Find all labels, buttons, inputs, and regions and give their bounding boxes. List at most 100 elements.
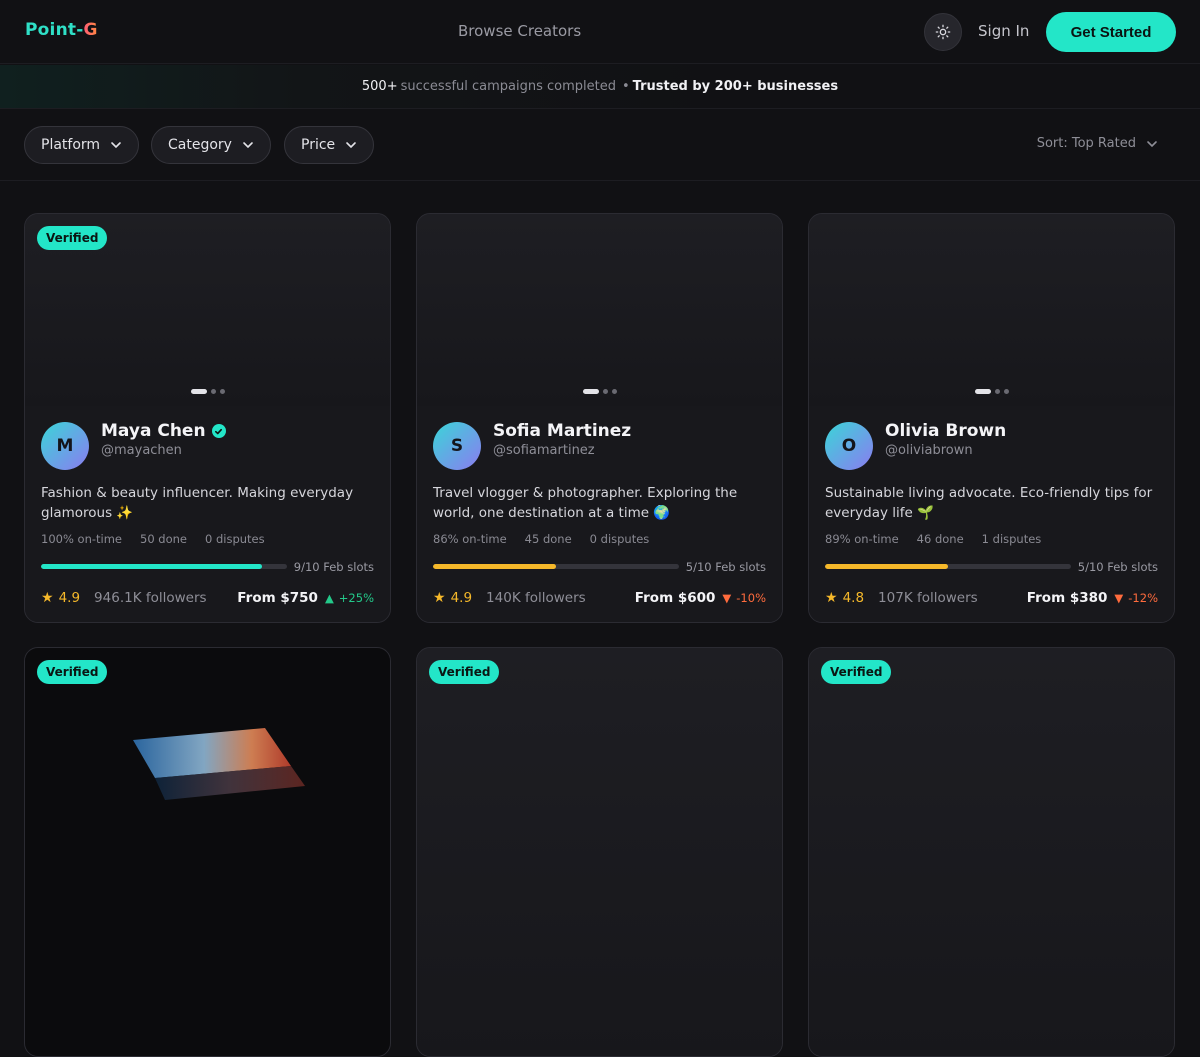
followers-count: 946.1K followers: [94, 590, 207, 606]
carousel-dots: [190, 389, 225, 394]
card-media[interactable]: [417, 214, 782, 406]
carousel-dot[interactable]: [611, 389, 617, 394]
slots-text: 5/10 Feb slots: [685, 560, 766, 574]
sun-icon: [935, 24, 951, 40]
logo-accent: G: [83, 20, 98, 40]
carousel-dot-active[interactable]: [190, 389, 207, 394]
creator-bio: Travel vlogger & photographer. Exploring…: [433, 485, 738, 521]
rating-score: 4.8: [842, 590, 865, 606]
creator-card[interactable]: S Sofia Martinez @sofiamartinez Travel v…: [416, 213, 783, 623]
stat-done: 50 done: [140, 532, 187, 546]
carousel-dot[interactable]: [602, 389, 608, 394]
category-filter[interactable]: Category: [151, 126, 271, 164]
browse-creators-link[interactable]: Browse Creators: [458, 22, 581, 40]
price-trend-value: +25%: [338, 591, 374, 605]
laptop-photo: [133, 728, 305, 800]
creator-bio: Sustainable living advocate. Eco-friendl…: [825, 485, 1153, 521]
creator-stats: 100% on-time 50 done 0 disputes: [41, 532, 265, 546]
chevron-down-icon: [111, 142, 121, 149]
chevron-down-icon: [1147, 140, 1157, 147]
card-media[interactable]: [809, 214, 1174, 406]
carousel-dot[interactable]: [210, 389, 216, 394]
chevron-down-icon: [346, 142, 356, 149]
creator-name[interactable]: Olivia Brown: [885, 421, 1006, 441]
verified-check-icon: [211, 424, 226, 438]
platform-filter-label: Platform: [41, 137, 101, 153]
logo[interactable]: Point- G: [25, 20, 98, 40]
card-media[interactable]: Verified: [809, 648, 1174, 1056]
campaigns-text: successful campaigns completed: [400, 79, 616, 94]
campaigns-count: 500+: [361, 79, 398, 94]
stat-disputes: 0 disputes: [205, 532, 265, 546]
card-body: S Sofia Martinez @sofiamartinez Travel v…: [417, 406, 782, 622]
slots-text: 5/10 Feb slots: [1077, 560, 1158, 574]
price-trend-value: -12%: [1128, 591, 1158, 605]
sign-in-link[interactable]: Sign In: [978, 22, 1029, 40]
slots-progress-bar: [41, 564, 287, 569]
price-trend-icon: ▲: [324, 591, 334, 605]
rating-score: 4.9: [450, 590, 473, 606]
rating: ★ 4.9 140K followers: [433, 590, 586, 606]
theme-toggle-button[interactable]: [924, 13, 962, 51]
creator-name-row: Maya Chen: [101, 421, 226, 441]
slots-progress-fill: [433, 564, 556, 569]
stat-done: 46 done: [916, 532, 964, 546]
creator-handle: @sofiamartinez: [493, 443, 595, 458]
price-filter-label: Price: [301, 137, 336, 153]
creator-card[interactable]: Verified: [808, 647, 1175, 1057]
creator-card[interactable]: Verified: [416, 647, 783, 1057]
banner-separator: •: [622, 79, 630, 94]
avatar: O: [825, 422, 873, 470]
carousel-dots: [582, 389, 617, 394]
avatar: S: [433, 422, 481, 470]
price-amount: From $750: [237, 590, 318, 606]
card-media[interactable]: Verified: [417, 648, 782, 1056]
slots-text: 9/10 Feb slots: [293, 560, 374, 574]
creator-bio: Fashion & beauty influencer. Making ever…: [41, 485, 354, 521]
slots-progress-bar: [433, 564, 679, 569]
creator-card[interactable]: O Olivia Brown @oliviabrown Sustainable …: [808, 213, 1175, 623]
price-amount: From $380: [1026, 590, 1108, 606]
carousel-dot-active[interactable]: [974, 389, 991, 394]
chevron-down-icon: [243, 142, 253, 149]
rating: ★ 4.9 946.1K followers: [41, 590, 207, 606]
creator-card[interactable]: Verified M Maya Chen @mayachen Fashion &…: [24, 213, 391, 623]
slots-progress-fill: [825, 564, 948, 569]
creator-handle: @oliviabrown: [885, 443, 973, 458]
sort-dropdown[interactable]: Sort: Top Rated: [1037, 136, 1158, 151]
filter-bar: Platform Category Price Sort: Top Rated: [0, 110, 1200, 181]
verified-badge: Verified: [821, 660, 892, 684]
avatar: M: [41, 422, 89, 470]
stat-done: 45 done: [524, 532, 572, 546]
creator-name[interactable]: Sofia Martinez: [493, 421, 631, 441]
creator-name-row: Sofia Martinez: [493, 421, 631, 441]
price-filter[interactable]: Price: [284, 126, 375, 164]
carousel-dot[interactable]: [1003, 389, 1009, 394]
verified-badge: Verified: [429, 660, 500, 684]
creator-card[interactable]: Verified: [24, 647, 391, 1057]
slots-progress-bar: [825, 564, 1071, 569]
carousel-dot[interactable]: [219, 389, 225, 394]
stat-on-time: 100% on-time: [41, 532, 122, 546]
star-icon: ★: [825, 590, 838, 606]
get-started-button[interactable]: Get Started: [1046, 12, 1176, 52]
card-media[interactable]: Verified: [25, 648, 390, 1056]
carousel-dots: [974, 389, 1009, 394]
creator-stats: 86% on-time 45 done 0 disputes: [433, 532, 649, 546]
price: From $750 ▲ +25%: [237, 590, 374, 606]
creator-handle: @mayachen: [101, 443, 182, 458]
creator-name-row: Olivia Brown: [885, 421, 1006, 441]
stat-on-time: 86% on-time: [433, 532, 507, 546]
trust-banner: 500+ successful campaigns completed • Tr…: [0, 65, 1200, 109]
star-icon: ★: [433, 590, 446, 606]
carousel-dot[interactable]: [994, 389, 1000, 394]
creator-name[interactable]: Maya Chen: [101, 421, 206, 441]
verified-badge: Verified: [37, 226, 108, 250]
card-media[interactable]: Verified: [25, 214, 390, 406]
stat-on-time: 89% on-time: [825, 532, 899, 546]
creator-stats: 89% on-time 46 done 1 disputes: [825, 532, 1041, 546]
slots-progress-fill: [41, 564, 263, 569]
card-body: O Olivia Brown @oliviabrown Sustainable …: [809, 406, 1174, 622]
carousel-dot-active[interactable]: [582, 389, 599, 394]
platform-filter[interactable]: Platform: [24, 126, 140, 164]
